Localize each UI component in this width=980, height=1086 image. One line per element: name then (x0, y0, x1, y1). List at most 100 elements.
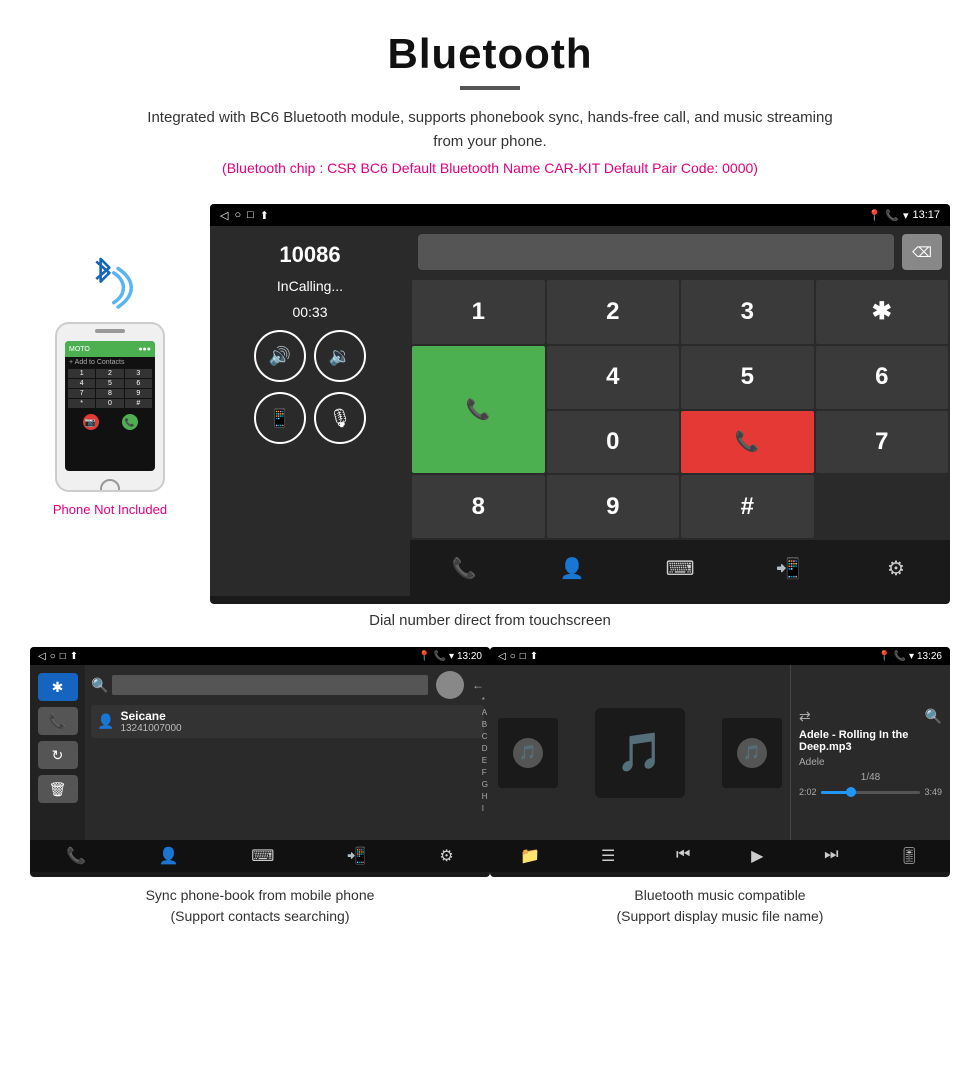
nav-back-icon: ◁ (220, 209, 228, 222)
key-8[interactable]: 8 (412, 475, 545, 538)
pb-contact-avatar-icon: 👤 (97, 713, 114, 730)
music-nav-list[interactable]: ☰ (601, 846, 615, 866)
key-call-green[interactable]: 📞 (412, 346, 545, 474)
pb-scroll-dot (436, 671, 464, 699)
alpha-e: E (482, 755, 488, 767)
alpha-b: B (482, 719, 488, 731)
pb-body: ✱ 📞 ↻ 🗑 🔍 ← (30, 665, 490, 840)
music-time-current: 2:02 (799, 787, 817, 797)
music-nav-play[interactable]: ▶ (751, 846, 763, 866)
nav-settings-icon[interactable]: ⚙ (871, 550, 921, 586)
volume-up-button[interactable]: 🔊 (254, 330, 306, 382)
music-nav-square: □ (520, 651, 526, 662)
car-status-bar: ◁ ○ □ ⬆ 📍 📞 ▾ 13:17 (210, 204, 950, 226)
music-nav-next[interactable]: ⏭ (824, 846, 838, 866)
dial-right-panel: ⌫ 1 2 3 ✱ 📞 4 5 6 0 📞 7 8 (410, 226, 950, 596)
pb-trash-btn[interactable]: 🗑 (38, 775, 78, 803)
nav-contacts-icon[interactable]: 👤 (547, 550, 597, 586)
shuffle-icon[interactable]: ⇄ (799, 708, 811, 725)
alpha-a: A (482, 707, 488, 719)
pb-sync-btn[interactable]: ↻ (38, 741, 78, 769)
key-2[interactable]: 2 (547, 280, 680, 344)
music-search-icon[interactable]: 🔍 (925, 708, 942, 725)
key-7[interactable]: 7 (816, 411, 949, 474)
music-nav-folder[interactable]: 📁 (520, 846, 540, 866)
wifi-icon: ▾ (903, 209, 909, 222)
music-track-count: 1/48 (799, 772, 942, 783)
nav-dialpad-icon[interactable]: ⌨ (655, 550, 705, 586)
pb-contact-entry[interactable]: 👤 Seicane 13241007000 (91, 705, 484, 738)
pb-sidebar: ✱ 📞 ↻ 🗑 (30, 665, 85, 840)
pb-phone-icon: 📞 (433, 651, 445, 662)
pb-nav-calls[interactable]: 📞 (66, 846, 86, 866)
transfer-call-button[interactable]: 📱 (254, 392, 306, 444)
music-nav-upload: ⬆ (530, 651, 538, 662)
phone-side-panel: MOTO ●●● + Add to Contacts 1 2 3 4 5 6 7… (30, 204, 190, 517)
phone-signal-icon: 📞 (885, 209, 899, 222)
key-call-red[interactable]: 📞 (681, 411, 814, 474)
alpha-i: I (482, 803, 488, 815)
music-time-total: 3:49 (924, 787, 942, 797)
phonebook-screen: ◁ ○ □ ⬆ 📍 📞 ▾ 13:20 ✱ 📞 ↻ (30, 647, 490, 877)
call-control-row: 🔊 🔉 (222, 330, 398, 382)
key-4[interactable]: 4 (547, 346, 680, 409)
nav-transfer-icon[interactable]: 📲 (763, 550, 813, 586)
pb-arrow-icon: ← (472, 678, 484, 692)
music-progress-bar[interactable] (821, 791, 921, 794)
music-track-name: Adele - Rolling In the Deep.mp3 (799, 729, 942, 753)
caller-number: 10086 (222, 242, 398, 268)
pb-nav-transfer[interactable]: 📲 (347, 846, 367, 866)
mute-button[interactable]: 🎙 (314, 392, 366, 444)
status-time: 13:17 (912, 209, 940, 221)
nav-calls-icon[interactable]: 📞 (439, 550, 489, 586)
music-caption-line2: (Support display music file name) (617, 908, 824, 924)
music-location-icon: 📍 (878, 651, 890, 662)
alpha-star: * (482, 695, 488, 707)
volume-down-button[interactable]: 🔉 (314, 330, 366, 382)
nav-square-icon: □ (247, 209, 254, 222)
dial-backspace-button[interactable]: ⌫ (902, 234, 942, 270)
key-hash[interactable]: # (681, 475, 814, 538)
phonebook-caption-line1: Sync phone-book from mobile phone (146, 887, 375, 903)
nav-circle-icon: ○ (234, 209, 241, 222)
key-star[interactable]: ✱ (816, 280, 949, 344)
call-control-row-2: 📱 🎙 (222, 392, 398, 444)
status-left: ◁ ○ □ ⬆ (220, 209, 269, 222)
key-6[interactable]: 6 (816, 346, 949, 409)
music-nav-circle: ○ (510, 651, 516, 662)
key-1[interactable]: 1 (412, 280, 545, 344)
pb-nav-circle: ○ (50, 651, 56, 662)
music-info-panel: ⇄ 🔍 Adele - Rolling In the Deep.mp3 Adel… (790, 665, 950, 840)
music-nav-equalizer[interactable]: 🎚 (899, 846, 919, 866)
key-0[interactable]: 0 (547, 411, 680, 474)
dial-input-field[interactable] (418, 234, 894, 270)
pb-search-icon: 🔍 (91, 677, 108, 694)
music-nav-back: ◁ (498, 651, 506, 662)
dial-keypad: 1 2 3 ✱ 📞 4 5 6 0 📞 7 8 9 # (410, 278, 950, 540)
title-underline (460, 86, 520, 90)
pb-phone-btn[interactable]: 📞 (38, 707, 78, 735)
phonebook-panel: ◁ ○ □ ⬆ 📍 📞 ▾ 13:20 ✱ 📞 ↻ (30, 647, 490, 931)
pb-search-row: 🔍 ← (91, 671, 484, 699)
music-screen: ◁ ○ □ ⬆ 📍 📞 ▾ 13:26 🎵 (490, 647, 950, 877)
pb-nav-settings[interactable]: ⚙ (439, 846, 453, 866)
key-9[interactable]: 9 (547, 475, 680, 538)
pb-contact-number: 13241007000 (120, 723, 181, 734)
status-right: 📍 📞 ▾ 13:17 (868, 209, 940, 222)
music-phone-icon: 📞 (893, 651, 905, 662)
music-time: 13:26 (917, 651, 942, 662)
pb-alphabet-list: * A B C D E F G H I (482, 695, 488, 815)
location-icon: 📍 (868, 209, 882, 222)
bottom-screenshots-row: ◁ ○ □ ⬆ 📍 📞 ▾ 13:20 ✱ 📞 ↻ (0, 647, 980, 931)
caller-status: InCalling... (222, 278, 398, 294)
dial-caption: Dial number direct from touchscreen (0, 604, 980, 643)
dial-input-row: ⌫ (410, 226, 950, 278)
music-nav-prev[interactable]: ⏮ (676, 846, 690, 866)
phonebook-caption: Sync phone-book from mobile phone (Suppo… (142, 877, 379, 931)
pb-nav-contacts[interactable]: 👤 (159, 846, 179, 866)
pb-signal-icon: ▾ (449, 651, 454, 662)
key-3[interactable]: 3 (681, 280, 814, 344)
pb-nav-dialpad[interactable]: ⌨ (251, 846, 274, 866)
pb-search-bar[interactable] (112, 675, 428, 695)
key-5[interactable]: 5 (681, 346, 814, 409)
